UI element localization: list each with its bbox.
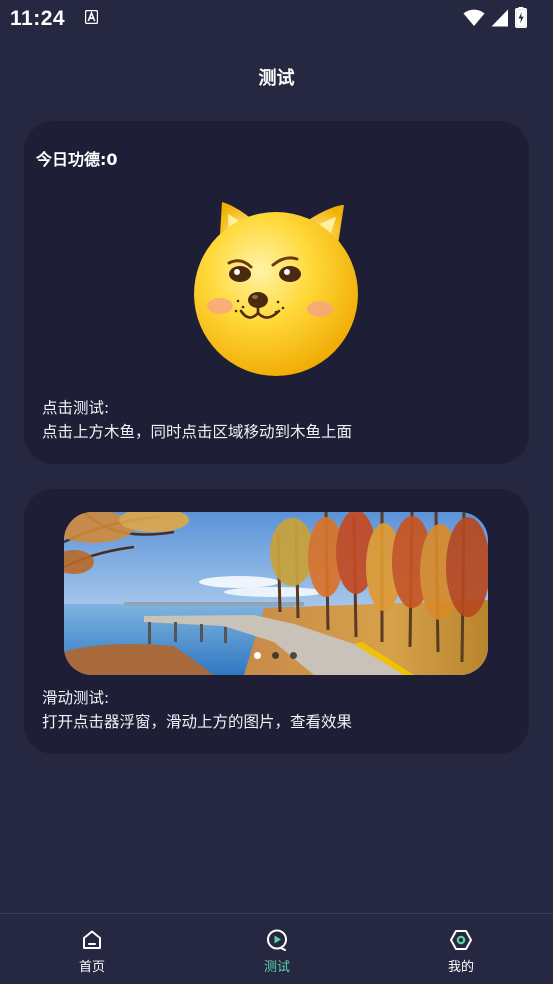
tap-test-description: 点击上方木鱼，同时点击区域移动到木鱼上面 xyxy=(42,423,353,441)
swipe-test-description: 打开点击器浮窗，滑动上方的图片，查看效果 xyxy=(42,713,353,731)
swipe-test-title: 滑动测试: xyxy=(42,689,110,707)
status-icons xyxy=(463,7,543,28)
image-carousel[interactable] xyxy=(64,512,488,675)
battery-charging-icon xyxy=(515,7,527,28)
status-time: 11:24 xyxy=(10,7,66,30)
text-a-icon xyxy=(85,10,98,24)
carousel-dot-2[interactable] xyxy=(272,652,279,659)
doge-wooden-fish-icon[interactable] xyxy=(193,199,363,377)
autumn-lake-boardwalk-photo xyxy=(64,512,488,675)
nav-label-mine: 我的 xyxy=(447,960,474,975)
swipe-test-card: 滑动测试: 打开点击器浮窗，滑动上方的图片，查看效果 xyxy=(24,489,529,754)
bottom-navigation: 首页 测试 我的 xyxy=(0,913,553,984)
tap-test-card: 今日功德:0 点击测试: 点击上方木鱼，同时点击区域移动到木鱼上面 xyxy=(24,121,529,464)
nav-item-home[interactable]: 首页 xyxy=(32,914,152,984)
app-screen: 11:24 测试 今日功德:0 点击测试: 点击上方木鱼，同时点击区域移动到木鱼… xyxy=(0,0,553,984)
tap-test-title: 点击测试: xyxy=(42,399,110,417)
page-title: 测试 xyxy=(258,68,295,89)
signal-icon xyxy=(491,9,508,27)
carousel-dot-1[interactable] xyxy=(254,652,261,659)
nav-label-test: 测试 xyxy=(263,960,290,975)
wifi-icon xyxy=(463,9,485,26)
play-circle-icon xyxy=(267,929,287,951)
status-bar: 11:24 xyxy=(0,0,553,36)
home-icon xyxy=(83,930,101,949)
nav-item-mine[interactable]: 我的 xyxy=(401,914,521,984)
tap-test-instructions: 点击测试: 点击上方木鱼，同时点击区域移动到木鱼上面 xyxy=(42,396,352,444)
carousel-dot-3[interactable] xyxy=(290,652,297,659)
nav-item-test[interactable]: 测试 xyxy=(217,914,337,984)
nav-label-home: 首页 xyxy=(78,960,105,975)
hexagon-gear-icon xyxy=(450,930,472,950)
swipe-test-instructions: 滑动测试: 打开点击器浮窗，滑动上方的图片，查看效果 xyxy=(42,686,352,734)
merit-counter: 今日功德:0 xyxy=(36,150,118,169)
